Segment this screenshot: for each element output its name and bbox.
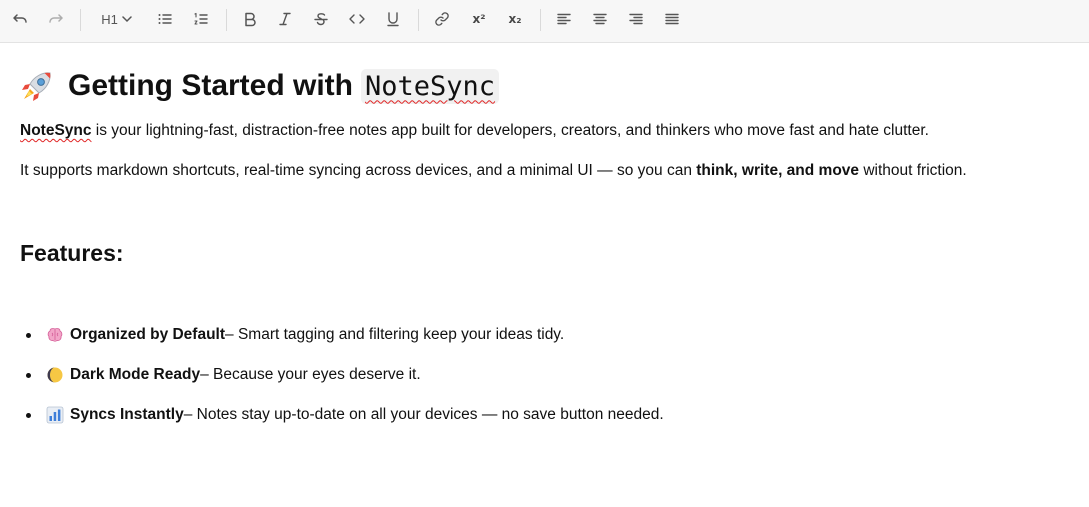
- ordered-list-icon: [194, 12, 208, 25]
- feature-description: – Because your eyes deserve it.: [200, 366, 421, 383]
- intro-brand: NoteSync: [20, 122, 92, 139]
- feature-title: Syncs Instantly: [70, 406, 184, 423]
- bold-icon: [245, 12, 256, 27]
- superscript-label: x²: [472, 12, 486, 26]
- link-button[interactable]: [428, 6, 456, 32]
- heading-select[interactable]: H1: [95, 6, 139, 32]
- list-item: Syncs Instantly – Notes stay up-to-date …: [20, 404, 664, 444]
- align-justify-button[interactable]: [658, 6, 686, 32]
- heading-value: H1: [101, 11, 118, 27]
- bullet-list-icon: [158, 14, 172, 24]
- list-item: Organized by Default – Smart tagging and…: [20, 324, 664, 364]
- page-title: Getting Started with NoteSync: [20, 66, 500, 106]
- code-icon: [349, 14, 365, 24]
- align-right-icon: [629, 13, 643, 25]
- toolbar-divider: [540, 9, 541, 31]
- title-text: Getting Started with: [68, 69, 353, 102]
- align-left-icon: [557, 13, 571, 25]
- undo-icon: [13, 14, 27, 23]
- link-icon: [435, 12, 449, 26]
- intro-text: is your lightning-fast, distraction-free…: [91, 122, 929, 139]
- redo-icon: [49, 14, 63, 23]
- toolbar-divider: [226, 9, 227, 31]
- rocket-icon: [22, 72, 51, 101]
- list-item: Dark Mode Ready – Because your eyes dese…: [20, 364, 664, 404]
- moon-icon: [47, 367, 63, 383]
- intro-paragraph: NoteSync is your lightning-fast, distrac…: [20, 121, 929, 141]
- code-button[interactable]: [343, 6, 371, 32]
- support-text-post: without friction.: [859, 162, 967, 179]
- bar-chart-icon: [46, 406, 64, 424]
- title-code: NoteSync: [361, 68, 500, 104]
- align-left-button[interactable]: [550, 6, 578, 32]
- feature-title: Organized by Default: [70, 326, 226, 343]
- support-text-pre: It supports markdown shortcuts, real-tim…: [20, 162, 697, 179]
- support-paragraph: It supports markdown shortcuts, real-tim…: [20, 161, 967, 181]
- feature-description: – Notes stay up-to-date on all your devi…: [183, 406, 664, 423]
- editor-toolbar: H1 x² x₂: [0, 0, 1089, 43]
- superscript-button[interactable]: x²: [465, 6, 493, 32]
- strikethrough-icon: [314, 13, 328, 26]
- italic-button[interactable]: [271, 6, 299, 32]
- subscript-button[interactable]: x₂: [501, 6, 529, 32]
- toolbar-divider: [80, 9, 81, 31]
- bullet-list-button[interactable]: [151, 6, 179, 32]
- feature-description: – Smart tagging and filtering keep your …: [225, 326, 565, 343]
- underline-button[interactable]: [379, 6, 407, 32]
- redo-button[interactable]: [42, 6, 70, 32]
- align-center-button[interactable]: [586, 6, 614, 32]
- feature-title: Dark Mode Ready: [70, 366, 201, 383]
- ordered-list-button[interactable]: [187, 6, 215, 32]
- bold-button[interactable]: [236, 6, 264, 32]
- underline-icon: [387, 12, 399, 27]
- undo-button[interactable]: [6, 6, 34, 32]
- chevron-down-icon: [122, 16, 132, 23]
- features-heading: Features:: [20, 240, 124, 266]
- italic-icon: [279, 12, 291, 26]
- align-justify-icon: [665, 13, 679, 25]
- toolbar-divider: [418, 9, 419, 31]
- align-right-button[interactable]: [622, 6, 650, 32]
- strikethrough-button[interactable]: [307, 6, 335, 32]
- subscript-label: x₂: [508, 12, 522, 26]
- features-list: Organized by Default – Smart tagging and…: [20, 324, 664, 444]
- align-center-icon: [593, 13, 607, 25]
- brain-icon: [47, 328, 63, 342]
- support-text-bold: think, write, and move: [696, 162, 860, 179]
